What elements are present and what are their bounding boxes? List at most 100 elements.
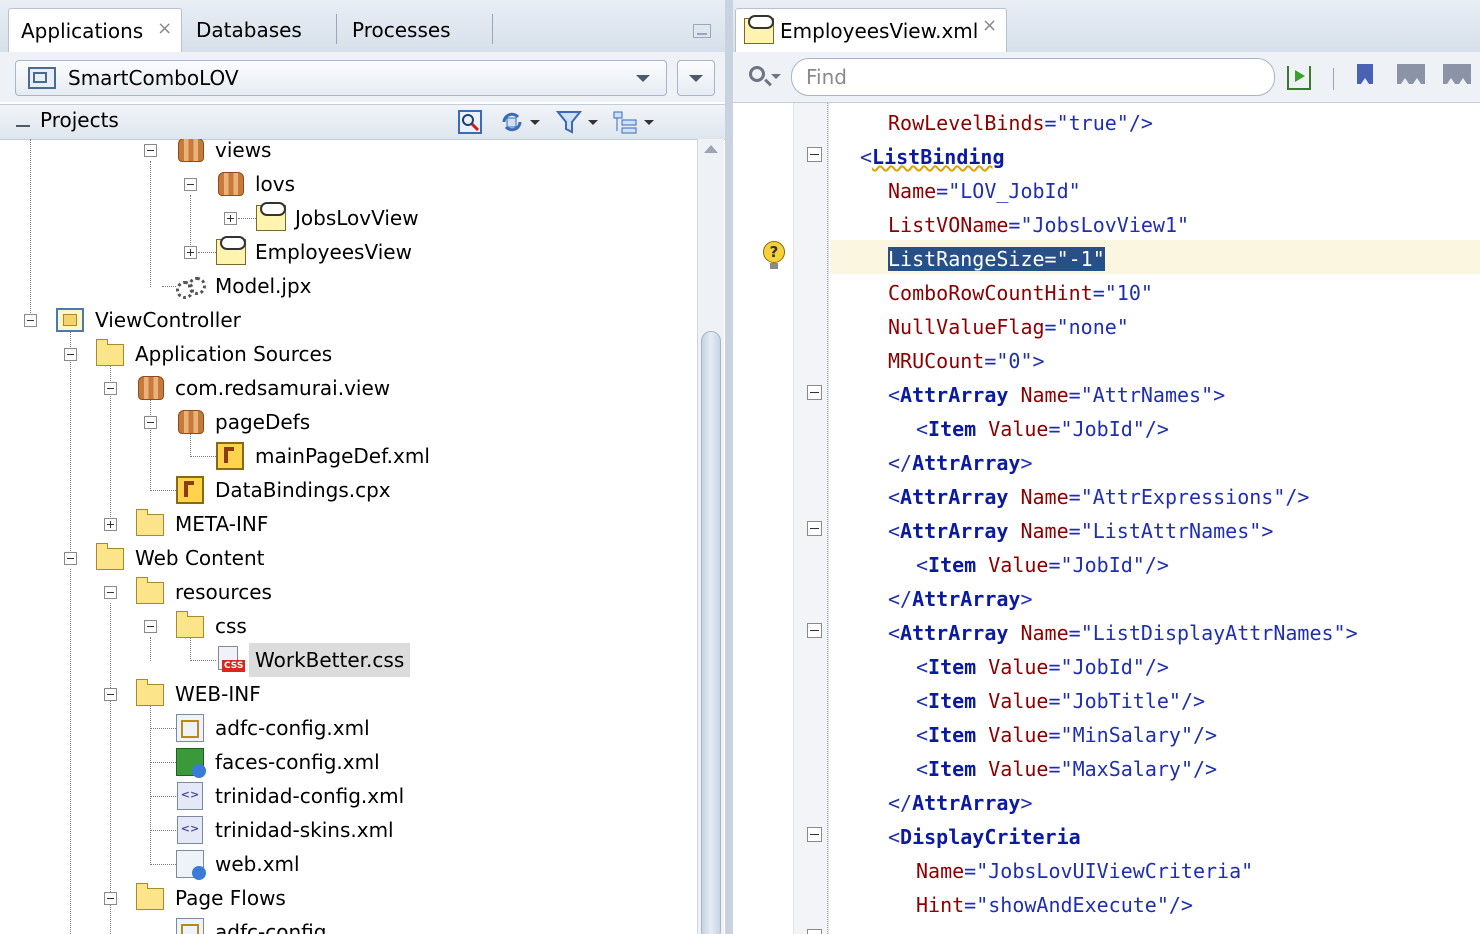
- tree-node-lovs[interactable]: lovs: [0, 167, 697, 201]
- collapse-icon[interactable]: [184, 178, 197, 191]
- tree-node-employeesview[interactable]: EmployeesView: [0, 235, 697, 269]
- tab-databases[interactable]: Databases: [184, 8, 314, 52]
- tree-node-model-jpx[interactable]: Model.jpx: [0, 269, 697, 303]
- collapse-icon[interactable]: [24, 314, 37, 327]
- collapse-icon[interactable]: [64, 552, 77, 565]
- tree-node-label: META-INF: [175, 512, 269, 536]
- code-token: =: [1048, 553, 1061, 577]
- code-line: </AttrArray>: [888, 582, 1033, 616]
- tree-node-databindings-cpx[interactable]: DataBindings.cpx: [0, 473, 697, 507]
- tab-applications[interactable]: Applications ×: [8, 8, 182, 52]
- collapse-icon[interactable]: [144, 416, 157, 429]
- code-assist-bulb-icon[interactable]: [763, 241, 785, 271]
- code-token: />: [1144, 655, 1169, 679]
- close-icon[interactable]: ×: [982, 15, 997, 36]
- application-menu-button[interactable]: [677, 60, 715, 96]
- find-in-project-icon[interactable]: [457, 109, 485, 135]
- filter-icon[interactable]: [555, 109, 598, 135]
- code-token: MRUCount: [888, 349, 985, 373]
- tree-node-trinidad-config-xml[interactable]: <> trinidad-config.xml: [0, 779, 697, 813]
- package-icon: [178, 139, 204, 162]
- collapse-icon[interactable]: [64, 348, 77, 361]
- tree-node-trinidad-skins-xml[interactable]: <> trinidad-skins.xml: [0, 813, 697, 847]
- expand-icon[interactable]: [104, 518, 117, 531]
- code-token: </: [888, 791, 913, 815]
- tree-node-web-xml[interactable]: web.xml: [0, 847, 697, 881]
- code-token: Value: [988, 655, 1049, 679]
- fold-collapse-icon[interactable]: [807, 147, 822, 162]
- tree-node-web-content[interactable]: Web Content: [0, 541, 697, 575]
- application-dropdown[interactable]: SmartComboLOV: [15, 60, 667, 96]
- view-object-icon: [216, 236, 246, 265]
- tab-employeesview-xml[interactable]: EmployeesView.xml ×: [735, 8, 1007, 52]
- projects-panel-header: Projects: [0, 104, 725, 140]
- collapse-icon[interactable]: [104, 688, 117, 701]
- toolbar-separator: [1333, 68, 1334, 90]
- tree-node-application-sources[interactable]: Application Sources: [0, 337, 697, 371]
- tree-scrollbar[interactable]: [697, 139, 724, 934]
- tree-node-mainpagedef-xml[interactable]: mainPageDef.xml: [0, 439, 697, 473]
- tab-processes[interactable]: Processes: [340, 8, 463, 52]
- go-to-line-icon[interactable]: [1285, 64, 1315, 92]
- tree-node-label: web.xml: [215, 852, 300, 876]
- expand-icon[interactable]: [184, 246, 197, 259]
- collapse-icon[interactable]: [104, 586, 117, 599]
- minimize-icon[interactable]: [693, 24, 711, 38]
- folder-icon: [136, 509, 164, 536]
- code-token: >: [1020, 451, 1033, 475]
- code-line: <Item Value="MaxSalary"/>: [916, 752, 1217, 786]
- tree-node-label: css: [215, 614, 247, 638]
- tree-node-pagedefs[interactable]: pageDefs: [0, 405, 697, 439]
- panel-splitter[interactable]: [725, 0, 733, 934]
- toggle-bookmark-icon[interactable]: [1357, 64, 1373, 90]
- scroll-up-icon[interactable]: [704, 145, 718, 153]
- scrollbar-thumb[interactable]: [701, 331, 721, 934]
- tree-node-workbetter-css[interactable]: CSS WorkBetter.css: [0, 643, 697, 677]
- search-icon[interactable]: [749, 66, 765, 82]
- fold-collapse-icon[interactable]: [807, 385, 822, 400]
- tree-node-adfc-config-xml[interactable]: adfc-config.xml: [0, 711, 697, 745]
- editor-tab-strip: EmployeesView.xml ×: [733, 0, 1480, 53]
- fold-collapse-icon[interactable]: [807, 623, 822, 638]
- code-token: "JobId": [1060, 655, 1145, 679]
- tree-node-faces-config-xml[interactable]: faces-config.xml: [0, 745, 697, 779]
- tree-node-viewcontroller[interactable]: ViewController: [0, 303, 697, 337]
- code-editor[interactable]: RowLevelBinds="true"/><ListBindingName="…: [733, 103, 1480, 934]
- fold-collapse-icon[interactable]: [807, 521, 822, 536]
- tree-node-com-redsamurai-view[interactable]: com.redsamurai.view: [0, 371, 697, 405]
- close-icon[interactable]: ×: [157, 18, 172, 39]
- application-icon: [28, 67, 56, 89]
- tree-node-adfc-config[interactable]: adfc-config: [0, 915, 697, 934]
- code-token: />: [1144, 417, 1169, 441]
- expand-icon[interactable]: [224, 212, 237, 225]
- tree-node-page-flows[interactable]: Page Flows: [0, 881, 697, 915]
- code-line: <AttrArray Name="ListDisplayAttrNames">: [888, 616, 1358, 650]
- find-input[interactable]: [791, 58, 1275, 96]
- code-token: ListVOName: [888, 213, 1009, 237]
- collapse-icon[interactable]: [144, 620, 157, 633]
- tree-node-css[interactable]: css: [0, 609, 697, 643]
- faces-config-icon: [176, 748, 206, 778]
- tree-node-web-inf[interactable]: WEB-INF: [0, 677, 697, 711]
- collapse-icon[interactable]: [104, 892, 117, 905]
- code-token: =: [964, 859, 977, 883]
- dropdown-arrow-icon[interactable]: [771, 74, 781, 79]
- tree-node-resources[interactable]: resources: [0, 575, 697, 609]
- dropdown-arrow-icon: [644, 120, 654, 125]
- fold-collapse-icon[interactable]: [807, 827, 822, 842]
- tree-node-label: resources: [175, 580, 272, 604]
- collapse-icon[interactable]: [144, 144, 157, 157]
- code-token: />: [1192, 757, 1218, 781]
- collapse-icon[interactable]: [16, 117, 30, 127]
- working-sets-icon[interactable]: [612, 109, 654, 135]
- tree-node-views[interactable]: views: [0, 139, 697, 167]
- code-token: >: [1032, 349, 1045, 373]
- fold-collapse-icon[interactable]: [807, 929, 822, 934]
- tree-node-jobslovview[interactable]: JobsLovView: [0, 201, 697, 235]
- code-token: <: [916, 553, 929, 577]
- tree-node-meta-inf[interactable]: META-INF: [0, 507, 697, 541]
- sync-icon[interactable]: [498, 109, 540, 135]
- collapse-icon[interactable]: [104, 382, 117, 395]
